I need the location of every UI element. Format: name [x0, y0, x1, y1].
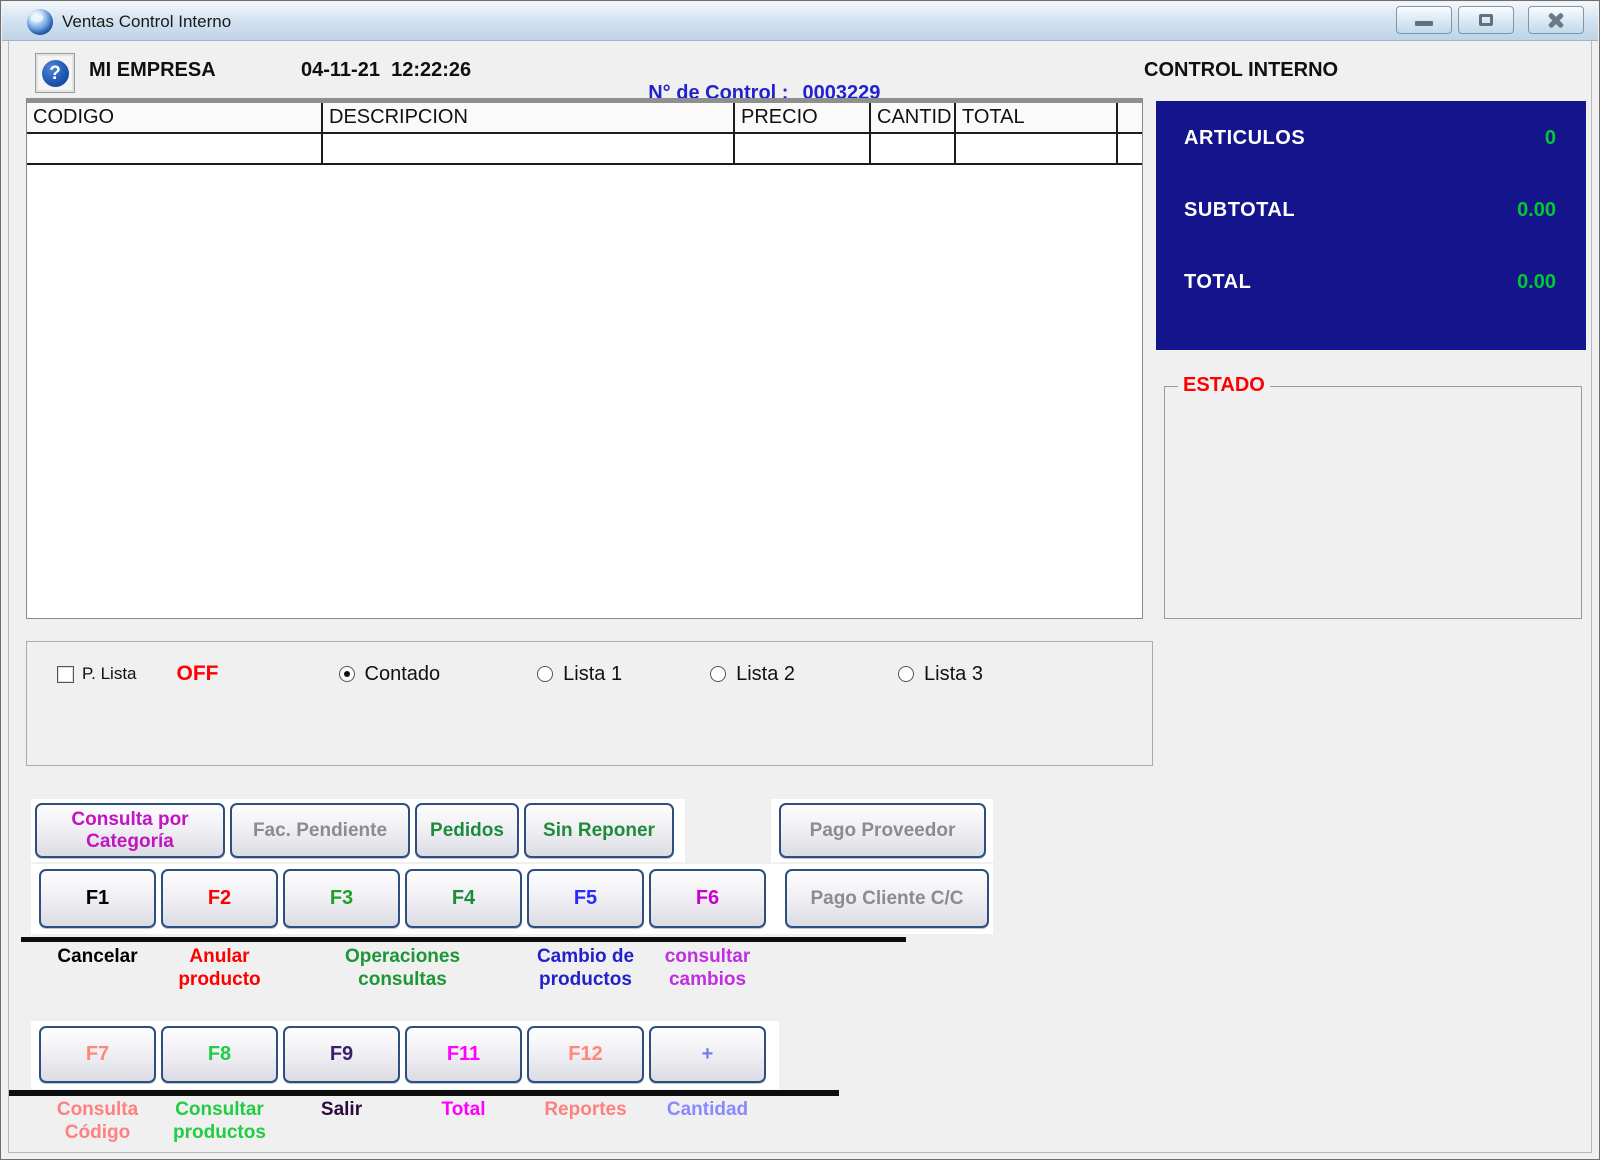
- articulos-value: 0: [1544, 127, 1556, 149]
- caption-total: Total: [441, 1099, 486, 1120]
- caption-cancelar: Cancelar: [57, 946, 138, 967]
- cell-total: [956, 134, 1118, 165]
- totals-row-subtotal: SUBTOTAL 0.00: [1184, 199, 1556, 222]
- pedidos-button[interactable]: Pedidos: [415, 803, 519, 858]
- f8-button[interactable]: F8: [161, 1026, 278, 1083]
- sin-reponer-button[interactable]: Sin Reponer: [524, 803, 674, 858]
- fkey-captions-top: Cancelar Anular producto Operaciones con…: [39, 946, 766, 992]
- items-table: CODIGO DESCRIPCION PRECIO CANTID TOTAL: [26, 98, 1143, 619]
- table-row[interactable]: [27, 134, 1142, 165]
- action-buttons-row: Consulta por Categoría Fac. Pendiente Pe…: [31, 799, 685, 862]
- caption-operaciones-consultas: Operaciones consultas: [344, 946, 461, 990]
- totals-row-articulos: ARTICULOS 0: [1184, 127, 1556, 150]
- minimize-icon: [1415, 20, 1433, 26]
- column-header-spacer: [1118, 103, 1142, 134]
- radio-lista1-icon[interactable]: [537, 666, 554, 682]
- cell-cantid: [871, 134, 956, 165]
- radio-lista2[interactable]: Lista 2: [710, 663, 795, 686]
- fkeys-bottom-row: F7 F8 F9 F11 F12 +: [31, 1021, 779, 1089]
- cell-codigo[interactable]: [27, 134, 323, 165]
- consulta-categoria-button[interactable]: Consulta por Categoría: [35, 803, 225, 858]
- table-header-row: CODIGO DESCRIPCION PRECIO CANTID TOTAL: [27, 103, 1142, 134]
- f2-button[interactable]: F2: [161, 869, 278, 928]
- radio-lista1[interactable]: Lista 1: [537, 663, 622, 686]
- app-window: Ventas Control Interno ? MI EMPRESA 04-1…: [0, 0, 1600, 1160]
- company-name: MI EMPRESA: [89, 59, 216, 81]
- radio-lista2-icon[interactable]: [710, 666, 727, 682]
- title-bar[interactable]: Ventas Control Interno: [2, 2, 1598, 41]
- column-header-cantid: CANTID: [871, 103, 956, 134]
- f3-button[interactable]: F3: [283, 869, 400, 928]
- column-header-precio: PRECIO: [735, 103, 871, 134]
- radio-lista3-icon[interactable]: [898, 666, 915, 682]
- separator-line-1: [21, 937, 906, 942]
- f5-button[interactable]: F5: [527, 869, 644, 928]
- caption-reportes: Reportes: [544, 1099, 627, 1120]
- cell-precio: [735, 134, 871, 165]
- p-lista-label: P. Lista: [82, 664, 137, 683]
- p-lista-checkbox[interactable]: [57, 665, 74, 683]
- help-button[interactable]: ?: [35, 53, 75, 93]
- pago-proveedor-button[interactable]: Pago Proveedor: [779, 803, 986, 858]
- f6-button[interactable]: F6: [649, 869, 766, 928]
- fkey-captions-bottom: Consulta Código Consultar productos Sali…: [39, 1099, 766, 1145]
- separator-line-2: [9, 1090, 839, 1096]
- column-header-descripcion: DESCRIPCION: [323, 103, 735, 134]
- app-icon: [27, 9, 53, 35]
- caption-consultar-productos: Consultar productos: [173, 1099, 266, 1143]
- window-title: Ventas Control Interno: [62, 12, 232, 31]
- articulos-label: ARTICULOS: [1184, 127, 1306, 149]
- minimize-button[interactable]: [1396, 6, 1452, 34]
- totals-panel: ARTICULOS 0 SUBTOTAL 0.00 TOTAL 0.00: [1156, 101, 1586, 350]
- caption-cantidad: Cantidad: [666, 1099, 749, 1120]
- plus-button[interactable]: +: [649, 1026, 766, 1083]
- options-panel: P. Lista OFF Contado Lista 1 Lista 2 Lis…: [26, 641, 1153, 766]
- p-lista-status: OFF: [176, 662, 219, 685]
- radio-contado[interactable]: Contado: [338, 663, 440, 686]
- radio-contado-icon[interactable]: [338, 666, 355, 682]
- column-header-codigo: CODIGO: [27, 103, 323, 134]
- caption-salir: Salir: [320, 1099, 363, 1120]
- close-icon: [1546, 10, 1566, 30]
- total-label: TOTAL: [1184, 271, 1252, 293]
- f1-button[interactable]: F1: [39, 869, 156, 928]
- close-button[interactable]: [1528, 6, 1584, 34]
- cell-descripcion: [323, 134, 735, 165]
- total-value: 0.00: [1517, 271, 1556, 293]
- estado-legend: ESTADO: [1178, 374, 1270, 397]
- help-icon: ?: [41, 59, 69, 87]
- f4-button[interactable]: F4: [405, 869, 522, 928]
- subtotal-label: SUBTOTAL: [1184, 199, 1296, 221]
- fac-pendiente-button[interactable]: Fac. Pendiente: [230, 803, 410, 858]
- totals-row-total: TOTAL 0.00: [1184, 271, 1556, 294]
- maximize-icon: [1479, 14, 1493, 26]
- estado-groupbox: ESTADO: [1164, 374, 1582, 619]
- caption-cambio-productos: Cambio de productos: [536, 946, 635, 990]
- subtotal-value: 0.00: [1517, 199, 1556, 221]
- maximize-button[interactable]: [1458, 6, 1514, 34]
- cell-spacer: [1118, 134, 1142, 165]
- caption-anular-producto: Anular producto: [178, 946, 261, 990]
- f11-button[interactable]: F11: [405, 1026, 522, 1083]
- datetime-label: 04-11-21 12:22:26: [301, 59, 472, 81]
- f12-button[interactable]: F12: [527, 1026, 644, 1083]
- mode-title: CONTROL INTERNO: [1144, 59, 1339, 81]
- f7-button[interactable]: F7: [39, 1026, 156, 1083]
- pago-cliente-button[interactable]: Pago Cliente C/C: [785, 869, 989, 928]
- f9-button[interactable]: F9: [283, 1026, 400, 1083]
- radio-lista3[interactable]: Lista 3: [898, 663, 983, 686]
- column-header-total: TOTAL: [956, 103, 1118, 134]
- caption-consulta-codigo: Consulta Código: [56, 1099, 139, 1143]
- fkeys-top-row: F1 F2 F3 F4 F5 F6 Pago Cliente C/C: [31, 864, 993, 934]
- pago-proveedor-backing: Pago Proveedor: [771, 799, 993, 862]
- caption-consultar-cambios: consultar cambios: [664, 946, 751, 990]
